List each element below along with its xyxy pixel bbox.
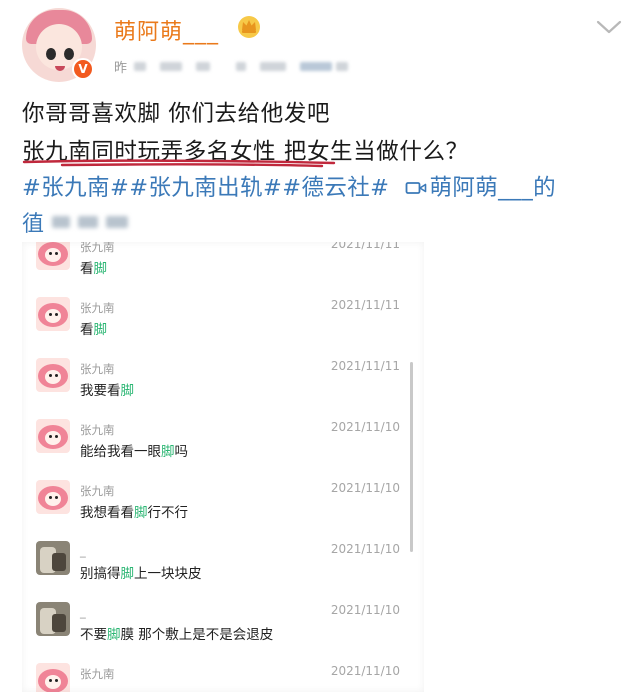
chat-date: 2021/11/10 [330, 420, 400, 434]
chat-message-text: 别搞得脚上一块块皮 [80, 562, 202, 582]
message-keyword-highlight: 脚 [93, 261, 108, 277]
chat-avatar[interactable] [36, 297, 70, 331]
chat-avatar[interactable] [36, 358, 70, 392]
chat-message[interactable]: 张九南 2021/11/10 能给我看一眼脚吗 [22, 415, 422, 476]
chat-sender: 张九南 [80, 362, 115, 376]
chat-message-text: 我要看脚 [80, 379, 134, 399]
chat-avatar[interactable] [36, 419, 70, 453]
post-text-line-1: 你哥哥喜欢脚 你们去给他发吧 [22, 101, 331, 127]
chat-message[interactable]: 张九南 2021/11/11 我要看脚 [22, 354, 422, 415]
message-text-after: 上一块块皮 [134, 566, 202, 582]
video-link[interactable]: 萌阿萌___的 [429, 175, 556, 201]
message-text-before: 别搞得 [80, 566, 121, 582]
chat-sender: 张九南 [80, 242, 115, 254]
message-text-before: 不要 [80, 627, 107, 643]
chat-screenshot[interactable]: 张九南 2021/11/11 看脚 张九南 2021/11/11 看脚 张九南 2021/11… [22, 242, 424, 692]
hashtag-3[interactable]: #德云社# [282, 175, 389, 201]
post-time: 昨 [114, 61, 128, 76]
chat-sender: _ [80, 605, 86, 619]
message-keyword-highlight: 脚 [107, 627, 121, 643]
chat-message-text: 看脚 [80, 318, 107, 338]
red-underline-annotation [22, 159, 336, 168]
message-keyword-highlight: 脚 [134, 505, 148, 521]
chat-message[interactable]: 张九南 2021/11/10 我想看看脚行不行 [22, 476, 422, 537]
video-icon [406, 182, 427, 194]
message-text-before: 我想看看 [80, 505, 134, 521]
chat-avatar[interactable] [36, 242, 70, 270]
message-keyword-highlight: 脚 [120, 383, 135, 399]
chat-sender: 张九南 [80, 301, 115, 315]
chat-date: 2021/11/10 [330, 603, 400, 617]
chat-date: 2021/11/10 [330, 481, 400, 495]
chat-message[interactable]: _ 2021/11/10 不要脚膜 那个敷上是不是会退皮 [22, 598, 422, 659]
chat-avatar[interactable] [36, 602, 70, 636]
hashtag-1[interactable]: #张九南# [22, 175, 129, 201]
chat-message[interactable]: _ 2021/11/10 别搞得脚上一块块皮 [22, 537, 422, 598]
post-meta: 昨 [114, 58, 364, 76]
chat-sender: 张九南 [80, 484, 115, 498]
chat-date: 2021/11/10 [330, 542, 400, 556]
chat-message-text: 看脚 [80, 257, 107, 277]
chat-sender: 张九南 [80, 423, 115, 437]
message-text-before: 看 [80, 261, 94, 277]
chat-date: 2021/11/11 [330, 242, 400, 251]
chat-date: 2021/11/11 [330, 359, 400, 373]
chat-message[interactable]: 张九南 2021/11/10 [22, 659, 422, 692]
chat-avatar[interactable] [36, 480, 70, 514]
message-text-before: 看 [80, 322, 94, 338]
hashtag-row: #张九南##张九南出轨##德云社# 萌阿萌___的 [22, 170, 556, 202]
crown-icon [238, 16, 260, 38]
chat-scrollbar [410, 362, 413, 552]
verified-badge-icon: V [72, 58, 94, 80]
chat-date: 2021/11/10 [330, 664, 400, 678]
message-text-after: 吗 [174, 444, 189, 460]
chat-message[interactable]: 张九南 2021/11/11 看脚 [22, 293, 422, 354]
chevron-down-icon[interactable] [596, 18, 622, 36]
message-text-after: 行不行 [147, 505, 189, 521]
chat-sender: _ [80, 544, 86, 558]
chat-message-text: 我想看看脚行不行 [80, 501, 188, 521]
message-keyword-highlight: 脚 [120, 566, 135, 582]
chat-message-text: 能给我看一眼脚吗 [80, 440, 188, 460]
chat-message[interactable]: 张九南 2021/11/11 看脚 [22, 242, 422, 293]
message-text-before: 我要看 [80, 383, 121, 399]
message-text-before: 能给我看一眼 [80, 444, 161, 460]
chat-date: 2021/11/11 [330, 298, 400, 312]
message-keyword-highlight: 脚 [93, 322, 108, 338]
chat-avatar[interactable] [36, 541, 70, 575]
username[interactable]: 萌阿萌___ [114, 14, 219, 46]
message-keyword-highlight: 脚 [161, 444, 175, 460]
message-text-after: 膜 那个敷上是不是会退皮 [120, 627, 274, 643]
video-link-continuation[interactable]: 徝 [22, 206, 132, 237]
chat-avatar[interactable] [36, 663, 70, 692]
chat-message-text: 不要脚膜 那个敷上是不是会退皮 [80, 623, 273, 643]
hashtag-2[interactable]: #张九南出轨# [129, 175, 282, 201]
chat-sender: 张九南 [80, 667, 115, 681]
